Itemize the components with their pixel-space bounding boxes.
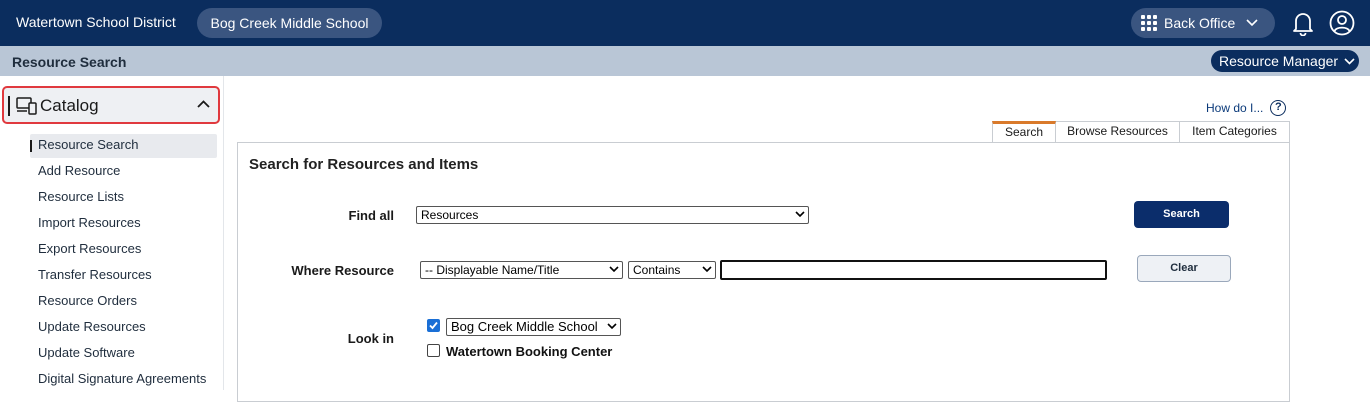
question-mark-icon: ?	[1270, 100, 1287, 116]
catalog-nav-list: Resource Search Add Resource Resource Li…	[30, 134, 217, 394]
sidebar-item-import-resources[interactable]: Import Resources	[30, 212, 217, 238]
panel-title: Search for Resources and Items	[249, 156, 479, 173]
school-checkbox[interactable]	[427, 319, 440, 332]
tab-item-categories[interactable]: Item Categories	[1180, 121, 1290, 142]
notification-bell-icon[interactable]	[1291, 10, 1315, 36]
catalog-section-toggle[interactable]: Catalog	[2, 86, 220, 124]
sidebar: Catalog Resource Search Add Resource Res…	[0, 76, 224, 390]
catalog-label: Catalog	[40, 96, 99, 115]
sidebar-item-resource-orders[interactable]: Resource Orders	[30, 290, 217, 316]
look-in-label: Look in	[347, 331, 394, 346]
help-link-label: How do I...	[1206, 101, 1264, 115]
chevron-down-icon	[795, 211, 805, 218]
booking-center-label: Watertown Booking Center	[446, 344, 613, 359]
sidebar-item-digital-signature-agreements[interactable]: Digital Signature Agreements	[30, 368, 217, 394]
district-name[interactable]: Watertown School District	[16, 14, 176, 30]
page-header-bar: Resource Search Resource Manager	[0, 46, 1370, 76]
field-select[interactable]: -- Displayable Name/Title	[420, 261, 623, 279]
booking-center-checkbox[interactable]	[427, 344, 440, 357]
page-title: Resource Search	[12, 54, 127, 70]
search-panel: Search for Resources and Items Find all …	[237, 142, 1290, 402]
user-profile-icon[interactable]	[1329, 10, 1355, 36]
school-selector[interactable]: Bog Creek Middle School	[197, 8, 382, 38]
chevron-down-icon	[609, 266, 619, 273]
find-all-label: Find all	[348, 208, 395, 223]
tab-browse-resources[interactable]: Browse Resources	[1056, 121, 1180, 142]
sidebar-item-resource-lists[interactable]: Resource Lists	[30, 186, 217, 212]
tab-search[interactable]: Search	[992, 121, 1056, 142]
sidebar-item-update-software[interactable]: Update Software	[30, 342, 217, 368]
app-switcher-button[interactable]: Back Office	[1131, 8, 1275, 38]
chevron-down-icon	[1246, 19, 1258, 27]
chevron-down-icon	[607, 323, 617, 330]
chevron-up-icon	[197, 100, 210, 108]
help-link[interactable]: How do I... ?	[1206, 100, 1287, 116]
search-tabs: Search Browse Resources Item Categories	[992, 121, 1290, 142]
find-all-select[interactable]: Resources	[416, 206, 809, 224]
chevron-down-icon	[702, 266, 712, 273]
top-navigation-bar: Watertown School District Bog Creek Midd…	[0, 0, 1370, 46]
app-switcher-label: Back Office	[1164, 15, 1236, 31]
resource-manager-menu[interactable]: Resource Manager	[1211, 50, 1359, 72]
sidebar-item-add-resource[interactable]: Add Resource	[30, 160, 217, 186]
sidebar-item-update-resources[interactable]: Update Resources	[30, 316, 217, 342]
devices-icon	[16, 97, 37, 115]
clear-button[interactable]: Clear	[1137, 255, 1231, 282]
app-grid-icon	[1141, 15, 1157, 31]
search-button[interactable]: Search	[1134, 201, 1229, 228]
resource-manager-label: Resource Manager	[1219, 53, 1339, 69]
where-resource-label: Where Resource	[291, 263, 394, 278]
school-select[interactable]: Bog Creek Middle School	[446, 318, 621, 336]
chevron-down-icon	[1344, 57, 1355, 65]
sidebar-item-export-resources[interactable]: Export Resources	[30, 238, 217, 264]
sidebar-item-resource-search[interactable]: Resource Search	[30, 134, 217, 158]
operator-select[interactable]: Contains	[628, 261, 716, 279]
checkmark-icon	[429, 321, 438, 330]
sidebar-item-transfer-resources[interactable]: Transfer Resources	[30, 264, 217, 290]
search-query-input[interactable]	[720, 260, 1107, 280]
